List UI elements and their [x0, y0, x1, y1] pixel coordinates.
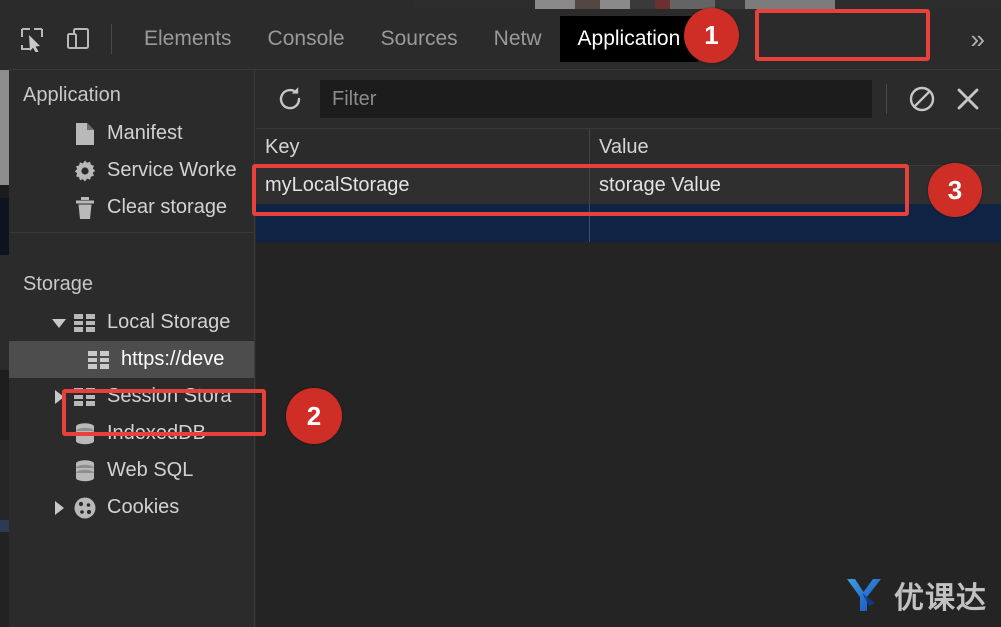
sidebar-item-clear-storage[interactable]: Clear storage	[9, 189, 254, 226]
twisty-placeholder	[65, 352, 81, 368]
refresh-icon[interactable]	[270, 79, 310, 119]
sidebar-item-local-storage-origin[interactable]: https://deve	[9, 341, 254, 378]
tab-overflow-icon[interactable]: »	[961, 21, 995, 57]
tab-elements[interactable]: Elements	[126, 16, 250, 62]
device-toolbar-icon[interactable]	[55, 16, 101, 62]
table-row[interactable]	[256, 204, 1001, 242]
sidebar-item-indexeddb[interactable]: IndexedDB	[9, 415, 254, 452]
tab-console[interactable]: Console	[250, 16, 363, 62]
trash-icon	[73, 196, 97, 220]
cell-key[interactable]: myLocalStorage	[256, 166, 590, 204]
table-header-row: Key Value	[256, 129, 1001, 166]
sidebar-item-web-sql[interactable]: Web SQL	[9, 452, 254, 489]
sidebar-item-label: Session Stora	[107, 385, 232, 407]
twisty-placeholder	[51, 163, 67, 179]
sidebar-item-manifest[interactable]: Manifest	[9, 115, 254, 152]
cell-key[interactable]	[256, 204, 590, 242]
page-content-sliver-left	[0, 70, 9, 627]
column-header-value[interactable]: Value	[590, 129, 1001, 165]
storage-toolbar	[256, 70, 1001, 129]
sidebar-item-cookies[interactable]: Cookies	[9, 489, 254, 526]
tab-network[interactable]: Netw	[476, 16, 560, 62]
sidebar-item-session-storage[interactable]: Session Stora	[9, 378, 254, 415]
document-icon	[73, 122, 97, 146]
table-icon	[87, 348, 111, 372]
callout-badge-2: 2	[286, 388, 342, 444]
sidebar-item-label: Cookies	[107, 496, 180, 518]
toolbar-divider	[886, 84, 887, 114]
tab-sources[interactable]: Sources	[363, 16, 476, 62]
database-icon	[73, 459, 97, 483]
local-storage-pane: Key Value myLocalStorage storage Value	[256, 70, 1001, 627]
sidebar-item-local-storage[interactable]: Local Storage	[9, 304, 254, 341]
devtools-window: Elements Console Sources Netw Applicatio…	[0, 0, 1001, 627]
column-header-key[interactable]: Key	[256, 129, 590, 165]
sidebar-item-label: Manifest	[107, 122, 183, 144]
sidebar-section-application: Application	[23, 84, 121, 106]
tab-application[interactable]: Application	[559, 16, 699, 62]
sidebar-item-label: https://deve	[121, 348, 225, 370]
gear-icon	[73, 159, 97, 183]
table-row[interactable]: myLocalStorage storage Value	[256, 166, 1001, 204]
sidebar-item-label: Local Storage	[107, 311, 231, 333]
chevron-right-icon[interactable]	[51, 500, 67, 516]
inspect-element-icon[interactable]	[9, 16, 55, 62]
application-sidebar: Application Manifest Service Worke Clear…	[9, 70, 255, 627]
twisty-placeholder	[51, 426, 67, 442]
twisty-placeholder	[51, 200, 67, 216]
cookie-icon	[73, 496, 97, 520]
sidebar-item-label: Web SQL	[107, 459, 194, 481]
database-icon	[73, 422, 97, 446]
sidebar-section-storage: Storage	[23, 273, 94, 295]
sidebar-item-service-workers[interactable]: Service Worke	[9, 152, 254, 189]
y-logo-icon	[847, 579, 881, 611]
table-icon	[73, 385, 97, 409]
watermark-text: 优课达	[894, 581, 987, 616]
chevron-right-icon[interactable]	[51, 389, 67, 405]
callout-badge-3: 3	[928, 163, 982, 217]
devtools-tabbar: Elements Console Sources Netw Applicatio…	[9, 9, 1001, 70]
chevron-down-icon[interactable]	[51, 315, 67, 331]
filter-input[interactable]	[320, 80, 872, 118]
watermark: 优课达	[842, 573, 987, 617]
sidebar-item-label: Service Worke	[107, 159, 237, 181]
no-entry-icon[interactable]	[899, 76, 945, 122]
twisty-placeholder	[51, 126, 67, 142]
sidebar-item-label: IndexedDB	[107, 422, 206, 444]
callout-badge-1: 1	[684, 8, 739, 63]
close-x-icon[interactable]	[945, 76, 991, 122]
storage-table: Key Value myLocalStorage storage Value	[256, 129, 1001, 242]
toolbar-divider	[111, 24, 112, 54]
twisty-placeholder	[51, 463, 67, 479]
sidebar-item-label: Clear storage	[107, 196, 228, 218]
table-icon	[73, 311, 97, 335]
